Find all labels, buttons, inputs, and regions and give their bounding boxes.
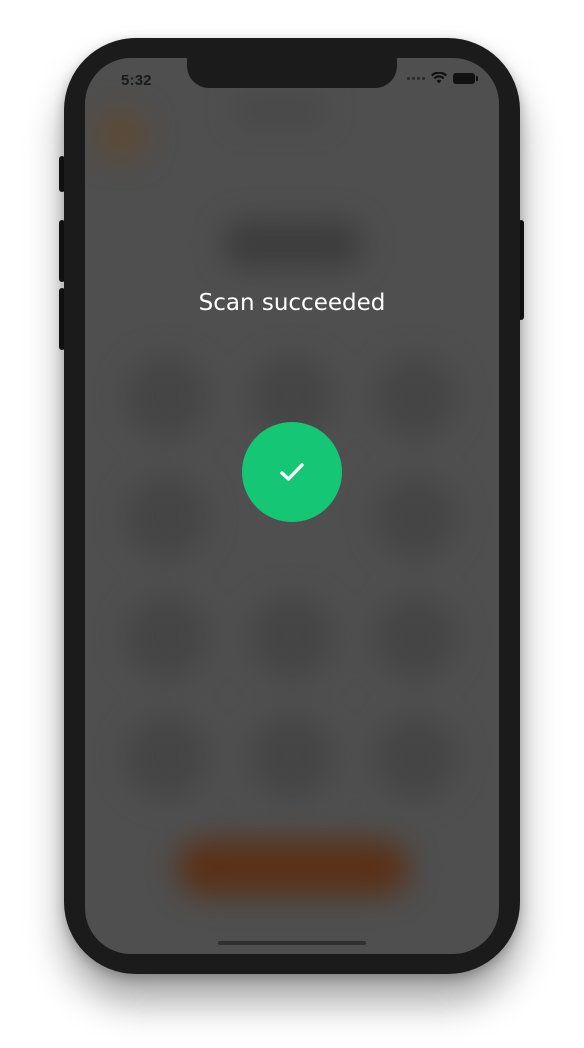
blurred-heading — [223, 220, 363, 268]
battery-icon — [453, 72, 478, 84]
phone-screen: 5:32 Scan succeeded — [85, 58, 499, 954]
blurred-grid-item — [125, 476, 207, 558]
blurred-grid-item — [375, 356, 457, 438]
checkmark-icon — [280, 463, 304, 481]
blurred-logo — [99, 112, 145, 158]
wifi-icon — [431, 72, 447, 84]
blurred-grid-item — [125, 356, 207, 438]
blurred-grid-item — [125, 716, 207, 798]
blurred-grid-item — [375, 716, 457, 798]
home-indicator[interactable] — [218, 941, 366, 945]
blurred-action-button — [177, 840, 409, 896]
signal-dots-icon — [407, 76, 425, 80]
success-indicator — [242, 422, 342, 522]
device-stage: 5:32 Scan succeeded — [0, 0, 584, 1048]
blurred-grid-item — [251, 596, 333, 678]
blurred-grid-item — [375, 476, 457, 558]
status-time: 5:32 — [121, 72, 152, 89]
blurred-header-title — [235, 98, 325, 122]
scan-status-title: Scan succeeded — [198, 290, 386, 316]
blurred-grid-item — [251, 716, 333, 798]
status-icons — [407, 72, 478, 84]
notch — [187, 58, 397, 88]
blurred-grid-item — [125, 596, 207, 678]
blurred-grid-item — [375, 596, 457, 678]
